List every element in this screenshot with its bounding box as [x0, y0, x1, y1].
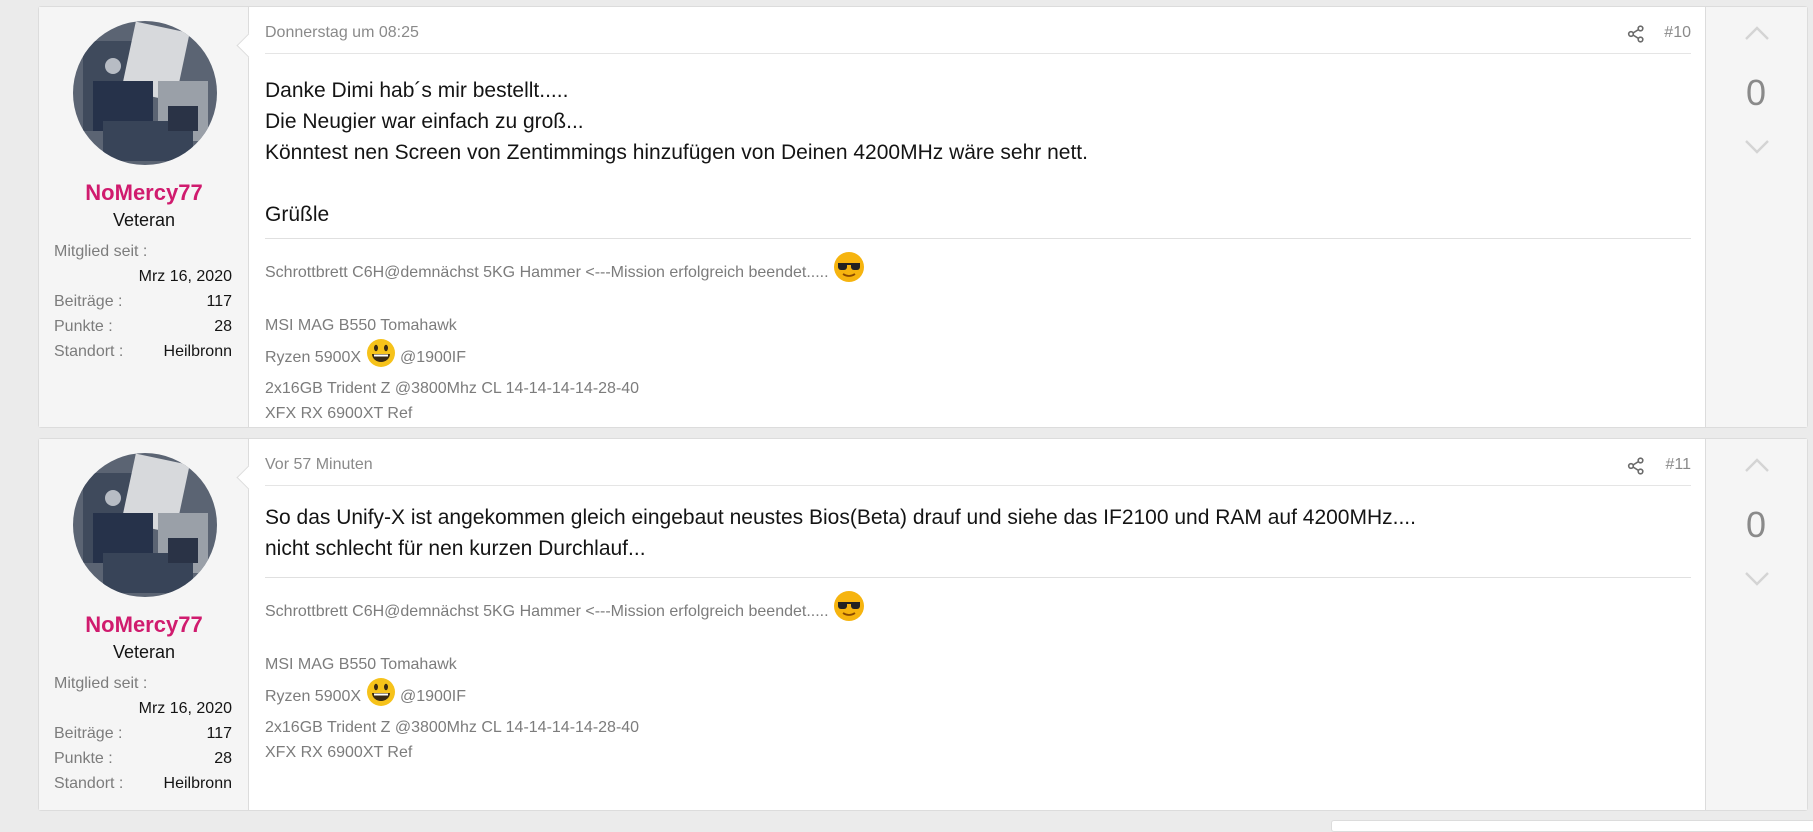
grinning-emoji-icon: [366, 677, 396, 715]
user-title: Veteran: [112, 642, 176, 662]
points-value: 28: [214, 318, 232, 335]
post-body: Danke Dimi hab´s mir bestellt..... Die N…: [265, 75, 1691, 230]
share-icon[interactable]: [1627, 457, 1645, 475]
vote-count: 0: [1745, 504, 1767, 545]
signature-line-4: 2x16GB Trident Z @3800Mhz CL 14-14-14-14…: [265, 380, 640, 397]
divider: [265, 53, 1691, 54]
location-label: Standort :: [54, 775, 124, 792]
signature-line-3-cpu: Ryzen 5900X: [265, 688, 362, 705]
posts-label: Beiträge :: [54, 293, 123, 310]
user-title: Veteran: [112, 210, 176, 230]
avatar[interactable]: [73, 21, 217, 165]
signature-line-2: MSI MAG B550 Tomahawk: [265, 656, 457, 673]
signature-line-1: Schrottbrett C6H@demnächst 5KG Hammer <-…: [265, 603, 829, 620]
share-icon[interactable]: [1627, 25, 1645, 43]
vote-count: 0: [1745, 72, 1767, 113]
body-line: [265, 168, 1691, 199]
post-11: NoMercy77 Veteran Mitglied seit : Mrz 16…: [38, 438, 1808, 811]
points-label: Punkte :: [54, 318, 113, 335]
next-block-edge: [1331, 820, 1813, 832]
body-line: nicht schlecht für nen kurzen Durchlauf.…: [265, 537, 646, 560]
post-body: So das Unify-X ist angekommen gleich ein…: [265, 502, 1691, 564]
location-value: Heilbronn: [163, 775, 232, 792]
location-label: Standort :: [54, 343, 124, 360]
vote-up-icon[interactable]: [1744, 457, 1770, 473]
vote-panel: 0: [1705, 7, 1807, 427]
location-value: Heilbronn: [163, 343, 232, 360]
post-date-link[interactable]: Donnerstag um 08:25: [265, 24, 419, 42]
body-line: So das Unify-X ist angekommen gleich ein…: [265, 506, 1416, 529]
post-10: NoMercy77 Veteran Mitglied seit : Mrz 16…: [38, 6, 1808, 428]
vote-up-icon[interactable]: [1744, 25, 1770, 41]
avatar[interactable]: [73, 453, 217, 597]
vote-panel: 0: [1705, 439, 1807, 810]
body-line: Grüßle: [265, 203, 330, 226]
post-number-link[interactable]: #10: [1664, 24, 1691, 42]
signature: Schrottbrett C6H@demnächst 5KG Hammer <-…: [265, 590, 865, 765]
signature-divider: [265, 238, 1691, 239]
post-number-link[interactable]: #11: [1665, 456, 1691, 474]
posts-count: 117: [206, 293, 232, 310]
signature-line-1: Schrottbrett C6H@demnächst 5KG Hammer <-…: [265, 264, 829, 281]
post-main: Donnerstag um 08:25 #10 Danke Dimi hab´s…: [249, 7, 1705, 427]
member-since-value: Mrz 16, 2020: [138, 268, 232, 285]
vote-down-icon[interactable]: [1744, 571, 1770, 587]
signature: Schrottbrett C6H@demnächst 5KG Hammer <-…: [265, 251, 865, 426]
posts-count: 117: [206, 725, 232, 742]
body-line: Die Neugier war einfach zu groß...: [265, 110, 584, 133]
divider: [265, 485, 1691, 486]
body-line: Danke Dimi hab´s mir bestellt.....: [265, 79, 569, 102]
vote-down-icon[interactable]: [1744, 139, 1770, 155]
member-since-label: Mitglied seit :: [54, 675, 148, 692]
username-link[interactable]: NoMercy77: [39, 180, 249, 206]
sunglasses-emoji-icon: [833, 251, 865, 291]
member-since-value: Mrz 16, 2020: [138, 700, 232, 717]
signature-line-4: 2x16GB Trident Z @3800Mhz CL 14-14-14-14…: [265, 719, 640, 736]
user-info-panel: NoMercy77 Veteran Mitglied seit : Mrz 16…: [39, 439, 249, 810]
username-link[interactable]: NoMercy77: [39, 612, 249, 638]
body-line: Könntest nen Screen von Zentimmings hinz…: [265, 141, 1088, 164]
post-date-link[interactable]: Vor 57 Minuten: [265, 456, 373, 474]
sunglasses-emoji-icon: [833, 590, 865, 630]
signature-line-3-cpu: Ryzen 5900X: [265, 349, 362, 366]
signature-line-2: MSI MAG B550 Tomahawk: [265, 317, 457, 334]
grinning-emoji-icon: [366, 338, 396, 376]
signature-line-3-if: @1900IF: [399, 349, 467, 366]
post-main: Vor 57 Minuten #11 So das Unify-X ist an…: [249, 439, 1705, 810]
signature-line-5: XFX RX 6900XT Ref: [265, 744, 413, 761]
signature-line-3-if: @1900IF: [399, 688, 467, 705]
posts-label: Beiträge :: [54, 725, 123, 742]
signature-line-5: XFX RX 6900XT Ref: [265, 405, 413, 422]
points-value: 28: [214, 750, 232, 767]
member-since-label: Mitglied seit :: [54, 243, 148, 260]
user-info-panel: NoMercy77 Veteran Mitglied seit : Mrz 16…: [39, 7, 249, 427]
points-label: Punkte :: [54, 750, 113, 767]
signature-divider: [265, 577, 1691, 578]
